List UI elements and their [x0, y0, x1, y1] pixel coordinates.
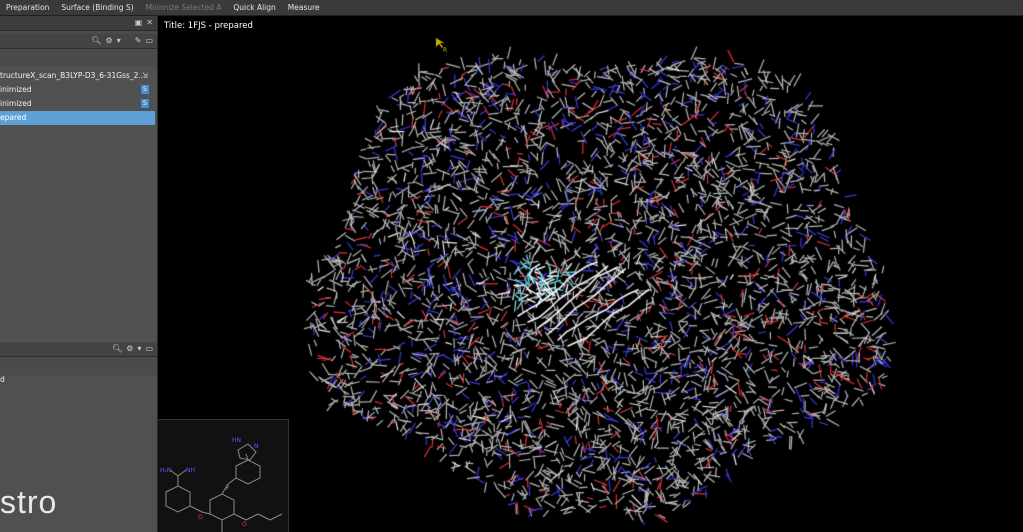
entry-title: inimized: [0, 85, 32, 94]
search-icon[interactable]: 🔍︎: [112, 344, 122, 353]
entry-row[interactable]: inimized S: [0, 97, 155, 111]
minimize-selected-button[interactable]: Minimize Selected A: [140, 0, 228, 15]
panel-toolbar: 🔍︎ ⚙ ▾ ✎ ▭: [0, 34, 157, 49]
svg-text:R: R: [443, 47, 447, 53]
structure-badge: S: [141, 99, 149, 108]
entry-title: tructureX_scan_B3LYP-D3_6-31Gss_2....: [0, 71, 148, 80]
measure-button[interactable]: Measure: [282, 0, 326, 15]
structure-badge: S: [141, 85, 149, 94]
svg-text:O: O: [198, 514, 203, 521]
entry-row[interactable]: tructureX_scan_B3LYP-D3_6-31Gss_2.... ⇲: [0, 69, 155, 83]
entry-row[interactable]: inimized S: [0, 83, 155, 97]
panel-header-top: ▣ ✕: [0, 16, 157, 31]
svg-text:HN: HN: [232, 437, 241, 444]
quick-align-button[interactable]: Quick Align: [227, 0, 281, 15]
close-icon[interactable]: ✕: [146, 18, 153, 27]
svg-text:NH: NH: [186, 467, 195, 474]
lower-panel-text: d: [0, 375, 5, 384]
menu-icon[interactable]: ▾: [117, 36, 121, 45]
entry-row-selected[interactable]: epared: [0, 111, 155, 125]
svg-text:N: N: [254, 443, 259, 450]
preparation-button[interactable]: Preparation: [0, 0, 55, 15]
menu-icon[interactable]: ▾: [137, 344, 141, 353]
svg-text:O: O: [242, 521, 247, 528]
svg-text:H₂N: H₂N: [160, 467, 171, 474]
svg-text:F: F: [226, 485, 230, 492]
rotate-cursor-icon: R: [435, 37, 447, 53]
minimize-icon[interactable]: ▭: [145, 344, 153, 353]
ligand-2d-inset: HN H₂N NH N O O F: [158, 419, 289, 532]
entry-title: epared: [0, 113, 27, 122]
surface-button[interactable]: Surface (Binding S): [55, 0, 139, 15]
ligand-structure-diagram: HN H₂N NH N O O F: [160, 437, 283, 532]
pencil-icon[interactable]: ✎: [135, 36, 142, 45]
top-toolbar: Preparation Surface (Binding S) Minimize…: [0, 0, 1023, 16]
viewport-title: Title: 1FJS - prepared: [164, 21, 253, 31]
project-panel: ▣ ✕ 🔍︎ ⚙ ▾ ✎ ▭ tructureX_scan_B3LYP-D3_6…: [0, 16, 158, 532]
expand-icon[interactable]: ⇲: [141, 71, 149, 80]
search-icon[interactable]: 🔍︎: [91, 36, 101, 45]
entry-title: inimized: [0, 99, 32, 108]
minimize-icon[interactable]: ▭: [145, 36, 153, 45]
lower-panel-toolbar: 🔍︎ ⚙ ▾ ▭: [0, 342, 157, 357]
entry-list: tructureX_scan_B3LYP-D3_6-31Gss_2.... ⇲ …: [0, 66, 157, 356]
float-icon[interactable]: ▣: [135, 18, 143, 27]
gear-icon[interactable]: ⚙: [126, 344, 133, 353]
brand-watermark: stro: [0, 484, 58, 520]
3d-viewport[interactable]: Title: 1FJS - prepared R HN H₂N NH N O O…: [158, 16, 1023, 532]
gear-icon[interactable]: ⚙: [106, 36, 113, 45]
